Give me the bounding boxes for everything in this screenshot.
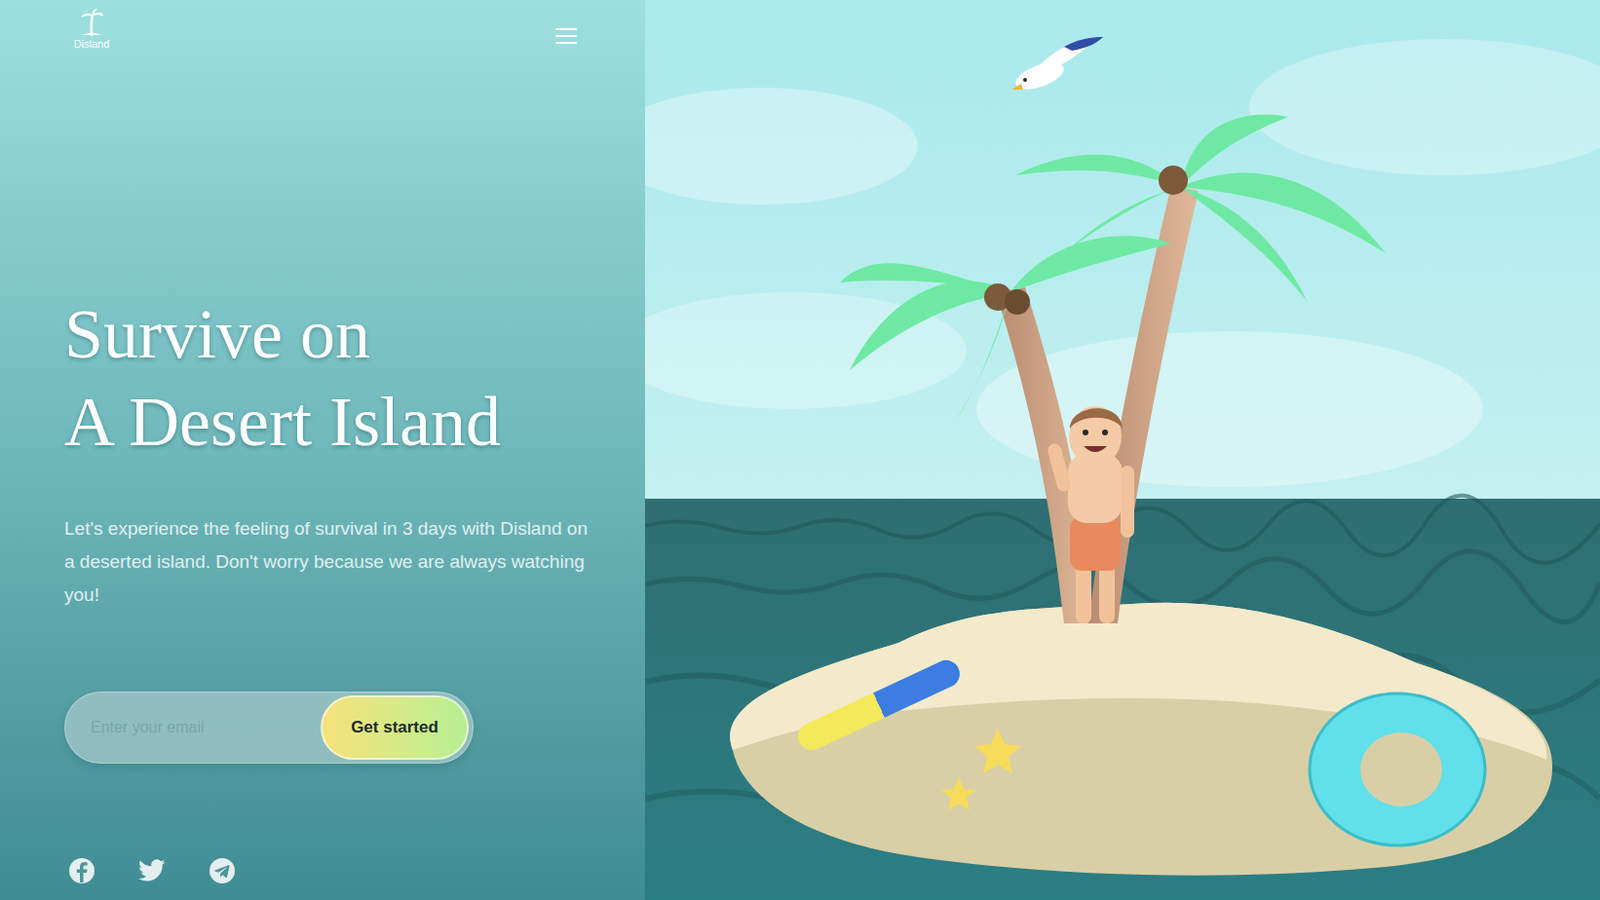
island-scene-icon bbox=[645, 0, 1600, 900]
palm-logo-icon bbox=[76, 7, 107, 38]
hero-panel: Disland Survive on A Desert Island Let's… bbox=[0, 0, 646, 900]
get-started-button[interactable]: Get started bbox=[320, 695, 469, 761]
hamburger-icon bbox=[555, 27, 577, 45]
header: Disland bbox=[64, 0, 581, 69]
menu-button[interactable] bbox=[553, 25, 579, 47]
landing-page: Disland Survive on A Desert Island Let's… bbox=[0, 0, 1600, 900]
logo-text: Disland bbox=[74, 37, 111, 51]
island-illustration bbox=[645, 0, 1600, 900]
twitter-icon[interactable] bbox=[138, 859, 166, 883]
title-line: A Desert Island bbox=[64, 378, 581, 466]
hero-description: Let's experience the feeling of survival… bbox=[64, 512, 591, 612]
title-line: Survive on bbox=[64, 290, 581, 379]
email-input[interactable] bbox=[90, 716, 313, 740]
logo[interactable]: Disland bbox=[64, 7, 119, 51]
hero-title: Survive on A Desert Island bbox=[64, 290, 581, 466]
facebook-icon[interactable] bbox=[68, 857, 96, 885]
social-links bbox=[64, 857, 581, 885]
telegram-icon[interactable] bbox=[208, 857, 236, 885]
signup-form: Get started bbox=[64, 691, 474, 764]
